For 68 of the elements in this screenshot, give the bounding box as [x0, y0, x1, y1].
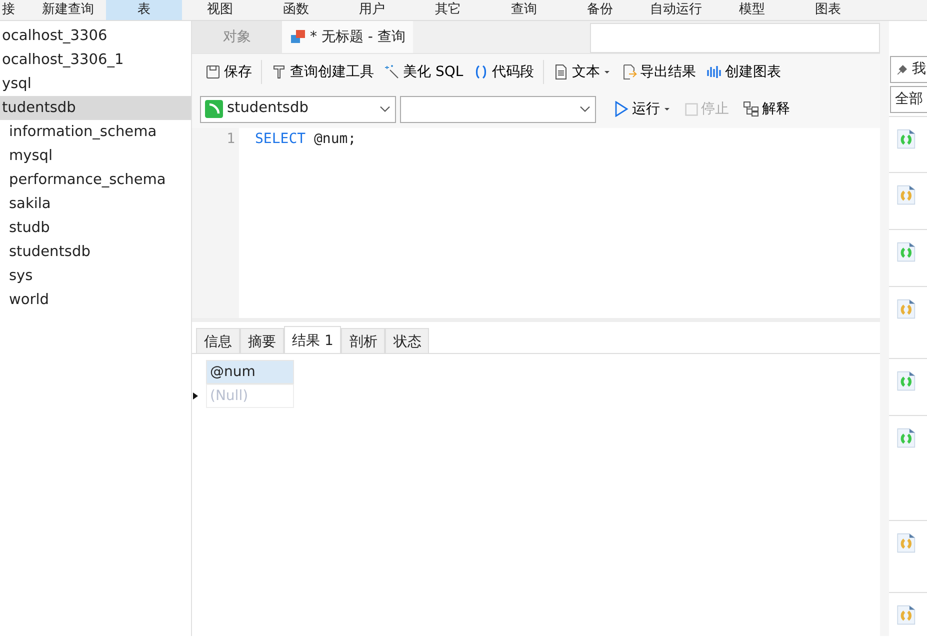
- menu-tab[interactable]: 新建查询: [30, 0, 106, 20]
- database-select[interactable]: studentsdb: [200, 96, 396, 122]
- export-button[interactable]: 导出结果: [616, 60, 702, 84]
- tree-item[interactable]: ocalhost_3306: [0, 24, 191, 48]
- snippet-file-icon: [895, 369, 916, 393]
- snippet-file-icon: [895, 127, 916, 151]
- result-tab[interactable]: 状态: [385, 328, 430, 353]
- result-tab[interactable]: 摘要: [240, 328, 284, 353]
- snippet-file-icon: [895, 240, 916, 264]
- wand-icon: [384, 64, 400, 80]
- save-icon: [205, 64, 221, 80]
- search-field[interactable]: [590, 23, 880, 53]
- menu-tab[interactable]: 自动运行: [638, 0, 714, 20]
- explain-button[interactable]: 解释: [738, 96, 795, 122]
- editor-tab[interactable]: * 无标题 - 查询: [282, 21, 414, 53]
- text-button[interactable]: 文本: [548, 60, 616, 84]
- result-tab[interactable]: 信息: [196, 328, 240, 353]
- diagram-icon: [743, 101, 759, 117]
- tree-item[interactable]: mysql: [0, 144, 191, 168]
- caret-icon: [603, 68, 612, 76]
- tree-item[interactable]: information_schema: [0, 120, 191, 144]
- square-icon: [685, 102, 698, 116]
- database-icon: [205, 100, 223, 118]
- filter-select[interactable]: 全部: [890, 86, 927, 113]
- column-header: @num: [206, 360, 294, 384]
- tree-item[interactable]: ysql: [0, 72, 191, 96]
- tree-item[interactable]: ocalhost_3306_1: [0, 48, 191, 72]
- tree-item[interactable]: tudentsdb: [0, 96, 191, 120]
- menu-tab[interactable]: 视图: [182, 0, 258, 20]
- menu-tab[interactable]: 表: [106, 0, 182, 20]
- plug-button[interactable]: 我: [890, 56, 927, 83]
- menu-tab[interactable]: 图表: [790, 0, 866, 20]
- tree-item[interactable]: sys: [0, 264, 191, 288]
- result-tab[interactable]: 结果 1: [284, 326, 342, 353]
- line-number: 1: [226, 130, 235, 149]
- tree-item[interactable]: world: [0, 288, 191, 312]
- menu-tab[interactable]: 用户: [334, 0, 410, 20]
- builder-button[interactable]: 查询创建工具: [266, 60, 379, 84]
- snippet-file-icon: [895, 426, 916, 450]
- tree-item[interactable]: sakila: [0, 192, 191, 216]
- menu-tab[interactable]: 接: [0, 0, 30, 20]
- code-line: SELECT @num;: [254, 130, 356, 149]
- schema-select[interactable]: [400, 96, 596, 122]
- query-icon: [290, 29, 306, 45]
- result-tab[interactable]: 剖析: [341, 328, 386, 353]
- export-icon: [621, 64, 638, 80]
- run-button[interactable]: 运行: [608, 96, 676, 122]
- menu-tab[interactable]: 查询: [486, 0, 562, 20]
- snippet-button[interactable]: 代码段: [468, 60, 540, 84]
- save-button[interactable]: 保存: [200, 60, 257, 84]
- document-icon: [553, 64, 570, 80]
- menu-tab[interactable]: 模型: [714, 0, 790, 20]
- chart-button[interactable]: 创建图表: [701, 60, 786, 84]
- tree-item[interactable]: studb: [0, 216, 191, 240]
- snippet-file-icon: [895, 603, 916, 627]
- menu-tab[interactable]: 函数: [258, 0, 334, 20]
- snippet-file-icon: [895, 531, 916, 555]
- tree-item[interactable]: performance_schema: [0, 168, 191, 192]
- beautify-button[interactable]: 美化 SQL: [379, 60, 468, 84]
- table-cell: (Null): [206, 384, 294, 408]
- tree-item[interactable]: studentsdb: [0, 240, 191, 264]
- snippet-file-icon: [895, 183, 916, 207]
- menu-tab[interactable]: 其它: [410, 0, 486, 20]
- caret-icon: [663, 105, 671, 113]
- chart-icon: [706, 64, 722, 80]
- play-icon: [613, 101, 629, 117]
- snippet-file-icon: [895, 297, 916, 321]
- menu-tab[interactable]: 备份: [562, 0, 638, 20]
